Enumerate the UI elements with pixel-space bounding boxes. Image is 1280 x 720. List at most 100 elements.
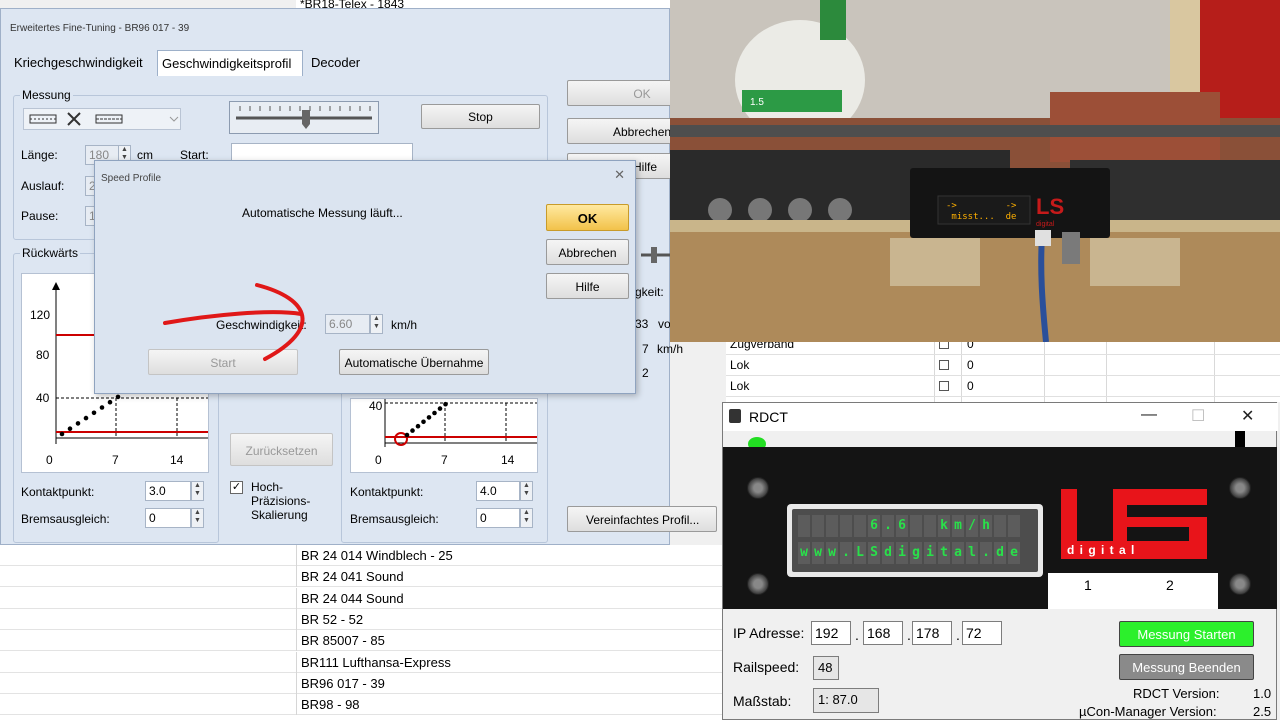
y-tick-label: 40 [369, 399, 383, 413]
partial-value: 2 [642, 366, 649, 380]
x-tick-label: 14 [501, 453, 515, 467]
measurement-point [410, 428, 415, 433]
bremsausgleich-input-right[interactable]: 0 [476, 508, 520, 528]
ip-label: IP Adresse: [733, 625, 805, 641]
bremsausgleich-spinner[interactable]: ▲ ▼ [191, 508, 204, 528]
loco-name: BR98 - 98 [301, 697, 360, 713]
lcd-line-2: www.LSdigital.de [798, 542, 1020, 564]
wood-block [1090, 238, 1180, 286]
measurement-point [437, 406, 443, 411]
messung-starten-button[interactable]: Messung Starten [1119, 621, 1254, 647]
lcd-char [1008, 515, 1020, 537]
screw-icon [747, 477, 769, 499]
chevron-down-icon [169, 116, 179, 122]
measurement-point [99, 405, 105, 410]
messung-beenden-button[interactable]: Messung Beenden [1119, 654, 1254, 680]
slider-track-icon [236, 106, 372, 129]
measurement-status: Automatische Messung läuft... [242, 206, 403, 220]
tab-geschwindigkeitsprofil[interactable]: Geschwindigkeitsprofil [157, 50, 303, 76]
kontaktpunkt-spinner-right[interactable]: ▲ ▼ [520, 481, 533, 501]
lcd-char: . [840, 542, 852, 564]
massstab-label: Maßstab: [733, 693, 792, 709]
tools-icon [67, 112, 81, 126]
lcd-char: e [1008, 542, 1020, 564]
lcd-char: k [938, 515, 950, 537]
pause-label: Pause: [21, 209, 59, 223]
list-item[interactable]: BR 24 044 Sound [0, 587, 722, 609]
device-display-line2: misst... de [946, 212, 1016, 222]
hilfe-button[interactable]: Hilfe [546, 273, 629, 299]
speed-slider[interactable] [229, 101, 379, 134]
tab-decoder[interactable]: Decoder [307, 50, 367, 76]
row-checkbox[interactable] [939, 360, 949, 370]
stop-button[interactable]: Stop [421, 104, 540, 129]
bremsausgleich-input[interactable]: 0 [145, 508, 191, 528]
lcd-char [924, 515, 936, 537]
row-checkbox[interactable] [939, 381, 949, 391]
ucon-version-value: 2.5 [1253, 704, 1272, 719]
ip-octet-input[interactable]: 192 [811, 621, 851, 645]
ip-octet-input[interactable]: 72 [962, 621, 1002, 645]
lcd-char [812, 515, 824, 537]
loco-name: BR 24 044 Sound [301, 590, 404, 606]
ip-octet-input[interactable]: 168 [863, 621, 903, 645]
lcd-char: w [812, 542, 824, 564]
hochpraezision-checkbox[interactable]: ✓ [230, 481, 243, 494]
column-divider [296, 545, 297, 566]
forward-speed-chart: 40 0 7 14 [350, 398, 538, 473]
partial-value: 33 [635, 317, 649, 331]
measurement-tool-strip[interactable] [23, 108, 181, 130]
lcd-char: . [980, 542, 992, 564]
dialog-title: Speed Profile [101, 173, 162, 184]
geschwindigkeit-input[interactable]: 6.60 [325, 314, 370, 334]
lcd-char: m [952, 515, 964, 537]
geschwindigkeit-partial-label: gkeit: [635, 285, 664, 299]
ok-button[interactable]: OK [546, 204, 629, 231]
automatische-uebernahme-button[interactable]: Automatische Übernahme [339, 349, 489, 375]
list-item[interactable]: BR111 Lufthansa-Express [0, 651, 722, 673]
rdct-window: RDCT — ☐ ✕ 6.6 km/h www.LSdigital.de [722, 402, 1278, 720]
bremsausgleich-spinner-right[interactable]: ▲ ▼ [520, 508, 533, 528]
tab-kriechgeschwindigkeit[interactable]: Kriechgeschwindigkeit [10, 50, 156, 76]
list-item[interactable]: BR 24 041 Sound [0, 566, 722, 588]
measurement-point [115, 394, 121, 400]
lcd-char: a [952, 542, 964, 564]
close-icon[interactable]: ✕ [614, 167, 625, 183]
vereinfachtes-profil-button[interactable]: Vereinfachtes Profil... [567, 506, 717, 532]
kontaktpunkt-input-right[interactable]: 4.0 [476, 481, 520, 501]
kontaktpunkt-spinner[interactable]: ▲ ▼ [191, 481, 204, 501]
list-item[interactable]: BR 52 - 52 [0, 608, 722, 630]
measurement-point [415, 423, 421, 429]
measurement-point [75, 421, 81, 426]
hochpraezision-label: Hoch- Präzisions- Skalierung [251, 480, 311, 522]
device-panel: 6.6 km/h www.LSdigital.de LS d i g i t a… [723, 447, 1277, 609]
lcd-char [840, 515, 852, 537]
partial-slider-icon [641, 247, 671, 263]
bottle-label: 1.5 [750, 97, 764, 108]
zuruecksetzen-button[interactable]: Zurücksetzen [230, 433, 333, 466]
partial-unit: km/h [657, 342, 684, 356]
lcd-char: S [868, 542, 880, 564]
column-divider [296, 608, 297, 630]
ip-octet-input[interactable]: 178 [912, 621, 952, 645]
loco-name: BR111 Lufthansa-Express [301, 654, 451, 670]
list-item[interactable]: BR98 - 98 [0, 694, 722, 716]
geschwindigkeit-spinner[interactable]: ▲ ▼ [370, 314, 383, 334]
list-item[interactable]: BR96 017 - 39 [0, 672, 722, 694]
lcd-char: / [966, 515, 978, 537]
column-divider [296, 630, 297, 652]
abbrechen-button[interactable]: Abbrechen [546, 239, 629, 265]
lcd-char [798, 515, 810, 537]
kontaktpunkt-input[interactable]: 3.0 [145, 481, 191, 501]
list-item[interactable]: BR 85007 - 85 [0, 630, 722, 652]
list-item[interactable]: BR 24 014 Windblech - 25 [0, 545, 722, 566]
lcd-char: d [994, 542, 1006, 564]
close-icon[interactable]: ✕ [1241, 406, 1254, 426]
table-row[interactable]: Lok 0 [726, 376, 1280, 397]
lcd-char [910, 515, 922, 537]
table-row[interactable]: Lok 0 [726, 355, 1280, 376]
maximize-icon[interactable]: ☐ [1191, 406, 1205, 426]
port-1-label: 1 [1084, 577, 1092, 593]
lcd-char: g [910, 542, 922, 564]
minimize-icon[interactable]: — [1141, 406, 1157, 424]
